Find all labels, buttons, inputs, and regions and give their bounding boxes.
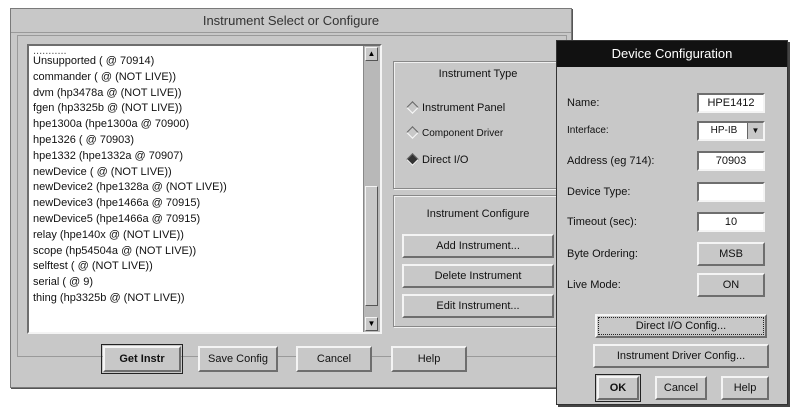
list-item[interactable]: fgen (hp3325b @ (NOT LIVE)) [33,101,355,117]
help-button[interactable]: Help [391,346,467,372]
instrument-list-items: ........... Unsupported ( @ 70914) comma… [33,48,355,307]
timeout-label: Timeout (sec): [567,216,637,228]
timeout-field[interactable]: 10 [697,212,765,232]
scroll-down-arrow-icon[interactable]: ▼ [365,317,378,331]
device-configuration-dialog: Device Configuration Name: HPE1412 Inter… [556,40,788,405]
interface-select[interactable]: HP-IB ▼ [697,121,765,141]
interface-label: Interface: [567,125,609,136]
list-item[interactable]: hpe1332 (hpe1332a @ 70907) [33,149,355,165]
radio-direct-io[interactable]: Direct I/O [406,153,469,166]
scroll-up-arrow-icon[interactable]: ▲ [365,47,378,61]
radio-label: Component Driver [422,128,504,139]
list-item[interactable]: newDevice5 (hpe1466a @ 70915) [33,212,355,228]
chevron-down-icon[interactable]: ▼ [747,123,763,139]
name-field[interactable]: HPE1412 [697,93,765,113]
radio-label: Direct I/O [422,154,469,166]
instrument-configure-title: Instrument Configure [426,208,530,220]
device-type-field[interactable] [697,182,765,202]
address-label: Address (eg 714): [567,155,655,167]
radio-diamond-icon [406,101,419,114]
save-config-button[interactable]: Save Config [198,346,278,372]
list-item[interactable]: scope (hp54504a @ (NOT LIVE)) [33,244,355,260]
cancel-button[interactable]: Cancel [296,346,372,372]
edit-instrument-button[interactable]: Edit Instrument... [402,294,554,318]
instrument-list[interactable]: ........... Unsupported ( @ 70914) comma… [27,44,382,334]
list-item[interactable]: newDevice ( @ (NOT LIVE)) [33,165,355,181]
radio-label: Instrument Panel [422,102,506,114]
dialog-title: Device Configuration [557,41,787,67]
byte-ordering-label: Byte Ordering: [567,248,638,260]
list-item[interactable]: newDevice2 (hpe1328a @ (NOT LIVE)) [33,180,355,196]
instrument-type-group: Instrument Type Instrument Panel Compone… [393,61,563,189]
direct-io-config-button[interactable]: Direct I/O Config... [595,314,767,338]
name-label: Name: [567,97,600,109]
list-item[interactable]: relay (hpe140x @ (NOT LIVE)) [33,228,355,244]
radio-component-driver[interactable]: Component Driver [406,126,504,139]
list-item[interactable]: hpe1300a (hpe1300a @ 70900) [33,117,355,133]
list-item[interactable]: hpe1326 ( @ 70903) [33,133,355,149]
interface-value: HP-IB [710,125,738,136]
live-mode-label: Live Mode: [567,279,621,291]
list-item[interactable]: Unsupported ( @ 70914) [33,54,355,70]
radio-diamond-selected-icon [406,153,419,166]
list-item[interactable]: thing (hp3325b @ (NOT LIVE)) [33,291,355,307]
address-field[interactable]: 70903 [697,151,765,171]
device-type-label: Device Type: [567,186,631,198]
add-instrument-button[interactable]: Add Instrument... [402,234,554,258]
instrument-driver-config-button[interactable]: Instrument Driver Config... [593,344,769,368]
list-item[interactable]: newDevice3 (hpe1466a @ 70915) [33,196,355,212]
ok-button[interactable]: OK [595,374,641,402]
radio-diamond-icon [406,126,419,139]
list-scrollbar[interactable]: ▲ ▼ [363,46,380,332]
list-item[interactable]: serial ( @ 9) [33,275,355,291]
instrument-configure-group: Instrument Configure Add Instrument... D… [393,195,563,327]
live-mode-button[interactable]: ON [697,273,765,297]
delete-instrument-button[interactable]: Delete Instrument [402,264,554,288]
byte-ordering-button[interactable]: MSB [697,242,765,266]
radio-instrument-panel[interactable]: Instrument Panel [406,101,506,114]
list-item[interactable]: commander ( @ (NOT LIVE)) [33,70,355,86]
dialog-help-button[interactable]: Help [721,376,769,400]
window-title: Instrument Select or Configure [11,9,571,33]
get-instr-button[interactable]: Get Instr [101,344,183,374]
dialog-cancel-button[interactable]: Cancel [655,376,707,400]
instrument-type-title: Instrument Type [438,68,518,80]
list-item[interactable]: dvm (hp3478a @ (NOT LIVE)) [33,86,355,102]
scrollbar-thumb[interactable] [365,186,378,306]
instrument-select-window: Instrument Select or Configure .........… [10,8,572,388]
list-item[interactable]: selftest ( @ (NOT LIVE)) [33,259,355,275]
